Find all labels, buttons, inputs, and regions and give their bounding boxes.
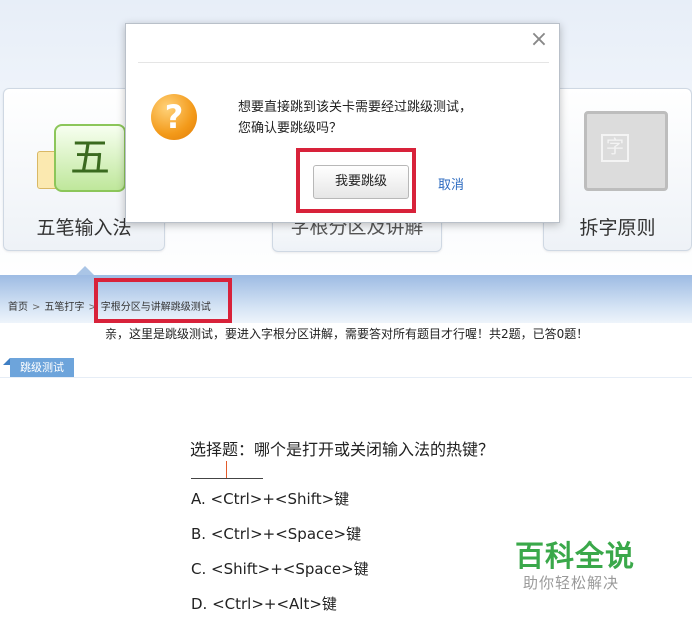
watermark-title: 百科全说 xyxy=(515,539,636,573)
cancel-link[interactable]: 取消 xyxy=(438,174,464,193)
divider xyxy=(0,377,692,378)
skip-button-highlight-box xyxy=(296,148,416,213)
skip-level-dialog: × ? 想要直接跳到该关卡需要经过跳级测试， 您确认要跳级吗？ 我要跳级 取消 xyxy=(125,23,560,223)
breadcrumb-section[interactable]: 五笔打字 xyxy=(44,302,84,313)
dialog-message-line1: 想要直接跳到该关卡需要经过跳级测试， xyxy=(238,100,473,115)
dialog-message-line2: 您确认要跳级吗？ xyxy=(238,121,343,136)
chalkboard-char: 字 xyxy=(601,134,629,162)
close-icon[interactable]: × xyxy=(529,29,549,51)
category-label-chaizi: 拆字原则 xyxy=(579,217,656,239)
chalkboard-icon: 字 xyxy=(584,111,668,191)
dialog-message: 想要直接跳到该关卡需要经过跳级测试， 您确认要跳级吗？ xyxy=(238,97,472,139)
watermark: 百科全说 助你轻松解决 xyxy=(493,515,667,600)
answer-blank[interactable] xyxy=(191,478,263,479)
option-d[interactable]: D. <Ctrl>+<Alt>键 xyxy=(191,593,337,614)
wubi-icon: 五 xyxy=(54,124,126,192)
text-cursor xyxy=(226,461,227,478)
notice-text: 亲，这里是跳级测试，要进入字根分区讲解，需要答对所有题目才行喔！共2题，已答0题… xyxy=(105,327,589,341)
breadcrumb-highlight-box xyxy=(94,278,232,323)
breadcrumb-home[interactable]: 首页 xyxy=(8,302,28,313)
question-text: 选择题：哪个是打开或关闭输入法的热键？ xyxy=(190,440,495,459)
page: 五 五笔输入法 字根分区及讲解 字 拆字原则 首页 > 五笔打字 > 字根分区与讲解跳级… xyxy=(0,0,692,625)
option-c[interactable]: C. <Shift>+<Space>键 xyxy=(191,558,369,579)
dialog-divider xyxy=(138,62,549,63)
breadcrumb-separator: > xyxy=(32,302,41,313)
option-a[interactable]: A. <Ctrl>+<Shift>键 xyxy=(191,488,349,509)
option-b[interactable]: B. <Ctrl>+<Space>键 xyxy=(191,523,361,544)
active-card-pointer xyxy=(76,266,94,275)
tab-fold xyxy=(3,358,10,365)
category-card-chaizi[interactable]: 字 拆字原则 xyxy=(543,88,692,251)
tab-skip-test[interactable]: 跳级测试 xyxy=(10,358,74,378)
question-icon: ? xyxy=(151,94,197,140)
watermark-subtitle: 助你轻松解决 xyxy=(523,574,620,592)
